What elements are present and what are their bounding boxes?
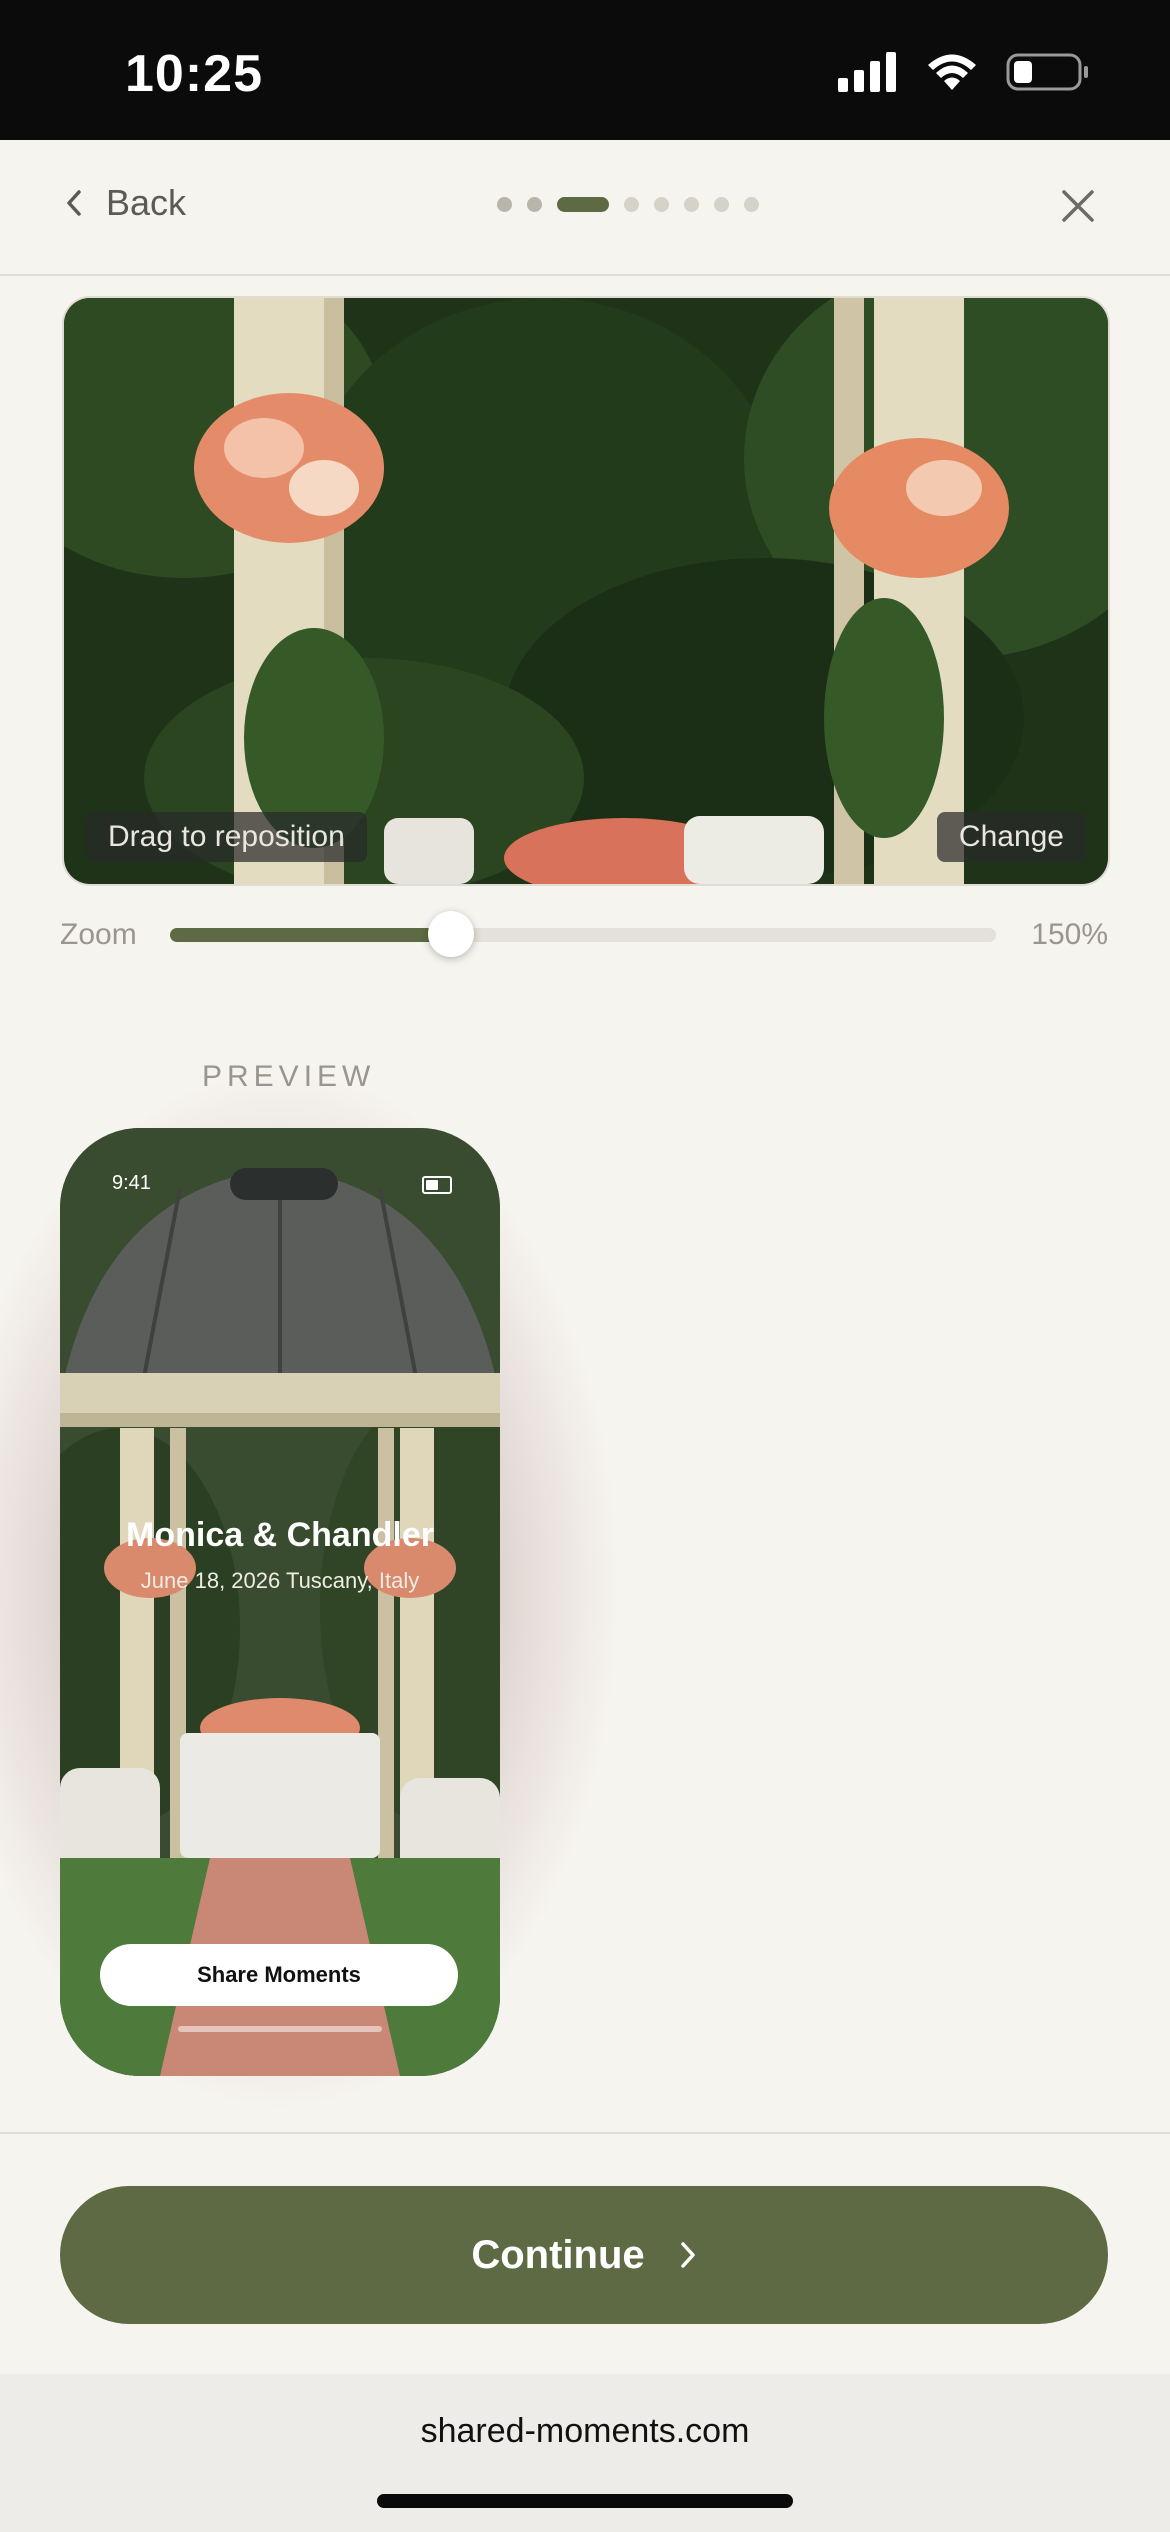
status-bar: 10:25 xyxy=(0,0,1170,140)
wifi-icon xyxy=(928,54,976,90)
url-text[interactable]: shared-moments.com xyxy=(0,2412,1170,2451)
couple-names: Monica & Chandler xyxy=(126,1516,434,1554)
zoom-value: 150% xyxy=(1031,918,1108,951)
phone-preview: 9:41 Monica & Chandler June 18, 2026 Tus… xyxy=(60,1128,500,2076)
signal-icon xyxy=(838,52,896,92)
browser-url-bar[interactable]: shared-moments.com xyxy=(0,2374,1170,2532)
preview-status-time: 9:41 xyxy=(112,1172,151,1194)
zoom-slider-thumb[interactable] xyxy=(427,911,474,957)
step-dot xyxy=(497,197,512,212)
chevron-left-icon xyxy=(67,190,81,216)
home-indicator xyxy=(377,2494,793,2508)
cover-photo-editor[interactable]: Drag to reposition Change xyxy=(62,296,1110,886)
step-dot xyxy=(684,197,699,212)
close-button[interactable] xyxy=(1056,184,1100,233)
continue-button[interactable]: Continue xyxy=(60,2186,1108,2324)
step-progress xyxy=(497,197,759,212)
drag-to-reposition-hint: Drag to reposition xyxy=(86,812,367,862)
step-dot xyxy=(654,197,669,212)
change-photo-button[interactable]: Change xyxy=(936,812,1086,862)
zoom-slider-fill xyxy=(170,928,451,942)
step-dot xyxy=(527,197,542,212)
preview-background-photo xyxy=(60,1128,500,2076)
step-dot xyxy=(744,197,759,212)
step-dot xyxy=(624,197,639,212)
continue-label: Continue xyxy=(471,2232,645,2277)
step-dot-current xyxy=(557,197,609,212)
preview-home-indicator xyxy=(178,2026,382,2032)
battery-icon xyxy=(1006,53,1088,91)
step-dot xyxy=(714,197,729,212)
zoom-slider[interactable] xyxy=(170,911,996,957)
back-button[interactable]: Back xyxy=(64,182,186,224)
share-moments-button: Share Moments xyxy=(100,1944,458,2006)
cover-photo xyxy=(64,298,1108,884)
back-label: Back xyxy=(106,182,187,223)
preview-dynamic-island xyxy=(230,1168,338,1200)
event-date-location: June 18, 2026 Tuscany, Italy xyxy=(140,1568,420,1593)
chevron-right-icon xyxy=(680,2242,695,2268)
footer: Continue xyxy=(0,2132,1170,2376)
status-icons xyxy=(838,52,1090,92)
status-time: 10:25 xyxy=(125,45,263,103)
preview-battery-icon xyxy=(422,1176,452,1194)
wizard-header: Back xyxy=(0,140,1170,276)
close-icon xyxy=(1062,190,1094,222)
zoom-label: Zoom xyxy=(60,918,137,951)
